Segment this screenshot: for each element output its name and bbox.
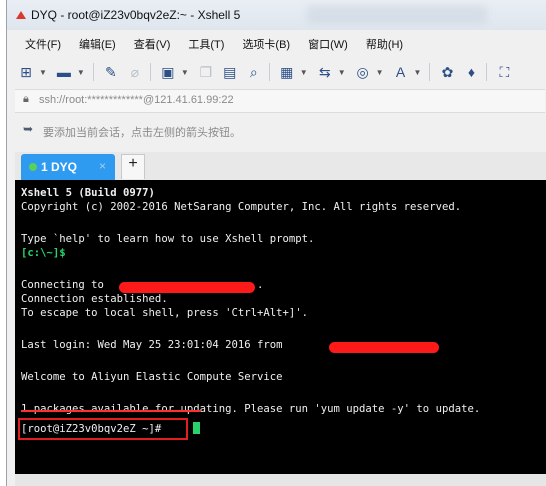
blurred-region: [307, 6, 487, 24]
paste-icon[interactable]: ▤: [219, 61, 241, 83]
window-title: DYQ - root@iZ23v0bqv2eZ:~ - Xshell 5: [31, 8, 241, 22]
terminal-line: Connecting to: [21, 279, 111, 291]
print-icon[interactable]: ▦: [276, 61, 298, 83]
tab-dyq[interactable]: 1 DYQ ×: [21, 154, 115, 180]
terminal-line: To escape to local shell, press 'Ctrl+Al…: [21, 307, 309, 319]
address-text: ssh://root:*************@121.41.61.99:22: [39, 94, 234, 106]
terminal-cursor: [193, 422, 200, 434]
terminal-line: Xshell 5 (Build 0977): [21, 187, 155, 199]
find-icon[interactable]: ⌕: [243, 61, 265, 83]
toolbar: ⊞ ▼ ▬ ▼ ✎ ⌀ ▣ ▼ ❐ ▤ ⌕ ▦ ▼ ⇆ ▼ ◎ ▼ A ▼ ✿ ♦ ⛶: [15, 58, 517, 86]
copy-icon[interactable]: ❐: [195, 61, 217, 83]
new-session-dropdown[interactable]: ▼: [39, 68, 47, 77]
lock-icon: 🔒︎: [23, 93, 29, 105]
menu-tab[interactable]: 选项卡(B): [232, 32, 298, 54]
session-hint-bar: ➥ 要添加当前会话，点击左侧的箭头按钮。: [15, 120, 545, 142]
add-session-arrow-icon[interactable]: ➥: [23, 122, 33, 136]
globe-icon[interactable]: ◎: [352, 61, 374, 83]
new-tab-button[interactable]: +: [121, 154, 145, 179]
toolbar-separator: [429, 63, 431, 81]
menu-help[interactable]: 帮助(H): [356, 32, 411, 54]
connect-icon[interactable]: ▣: [157, 61, 179, 83]
status-bar: [15, 474, 546, 486]
prompt-highlight-box: [18, 418, 188, 440]
menu-tools[interactable]: 工具(T): [178, 32, 232, 54]
terminal-line: Connection established.: [21, 293, 168, 305]
terminal-line: Type `help' to learn how to use Xshell p…: [21, 233, 315, 245]
toolbar-separator: [92, 63, 94, 81]
tab-close-icon[interactable]: ×: [99, 159, 106, 173]
terminal[interactable]: Xshell 5 (Build 0977) Copyright (c) 2002…: [15, 180, 546, 474]
settings-icon[interactable]: ✿: [436, 61, 458, 83]
menu-view[interactable]: 查看(V): [124, 32, 179, 54]
tab-label: 1 DYQ: [41, 160, 78, 174]
font-icon[interactable]: A: [390, 61, 412, 83]
plugin-icon[interactable]: ♦: [460, 61, 482, 83]
menu-file[interactable]: 文件(F): [15, 32, 69, 54]
terminal-line: Copyright (c) 2002-2016 NetSarang Comput…: [21, 201, 462, 213]
tab-bar: 1 DYQ × +: [15, 152, 546, 180]
print-dropdown[interactable]: ▼: [300, 68, 308, 77]
xshell-window: DYQ - root@iZ23v0bqv2eZ:~ - Xshell 5 文件(…: [6, 0, 546, 486]
toolbar-separator: [149, 63, 151, 81]
session-hint-text: 要添加当前会话，点击左侧的箭头按钮。: [43, 127, 241, 139]
menu-edit[interactable]: 编辑(E): [69, 32, 124, 54]
pen-icon[interactable]: ✎: [100, 61, 122, 83]
strikethrough-annotation: [21, 410, 201, 412]
terminal-line: 1 packages available for updating. Pleas…: [21, 403, 481, 415]
xshell-logo-icon: [16, 11, 26, 19]
font-dropdown[interactable]: ▼: [414, 68, 422, 77]
title-bar[interactable]: DYQ - root@iZ23v0bqv2eZ:~ - Xshell 5: [7, 0, 546, 30]
redacted-ip: [329, 342, 439, 353]
fullscreen-icon[interactable]: ⛶: [493, 61, 515, 83]
transfer-icon[interactable]: ⇆: [314, 61, 336, 83]
local-prompt: [c:\~]$: [21, 247, 66, 259]
terminal-line: .: [257, 279, 264, 291]
open-folder-icon[interactable]: ▬: [53, 61, 75, 83]
toolbar-separator: [486, 63, 488, 81]
link-icon[interactable]: ⌀: [124, 61, 146, 83]
transfer-dropdown[interactable]: ▼: [338, 68, 346, 77]
menu-window[interactable]: 窗口(W): [298, 32, 356, 54]
terminal-line: Last login: Wed May 25 23:01:04 2016 fro…: [21, 339, 289, 351]
connected-status-icon: [29, 163, 37, 171]
connect-dropdown[interactable]: ▼: [181, 68, 189, 77]
new-session-icon[interactable]: ⊞: [15, 61, 37, 83]
globe-dropdown[interactable]: ▼: [376, 68, 384, 77]
terminal-line: Welcome to Aliyun Elastic Compute Servic…: [21, 371, 283, 383]
toolbar-separator: [268, 63, 270, 81]
menu-bar: 文件(F) 编辑(E) 查看(V) 工具(T) 选项卡(B) 窗口(W) 帮助(…: [15, 32, 411, 54]
address-bar[interactable]: 🔒︎ ssh://root:*************@121.41.61.99…: [15, 89, 545, 113]
open-dropdown[interactable]: ▼: [77, 68, 85, 77]
